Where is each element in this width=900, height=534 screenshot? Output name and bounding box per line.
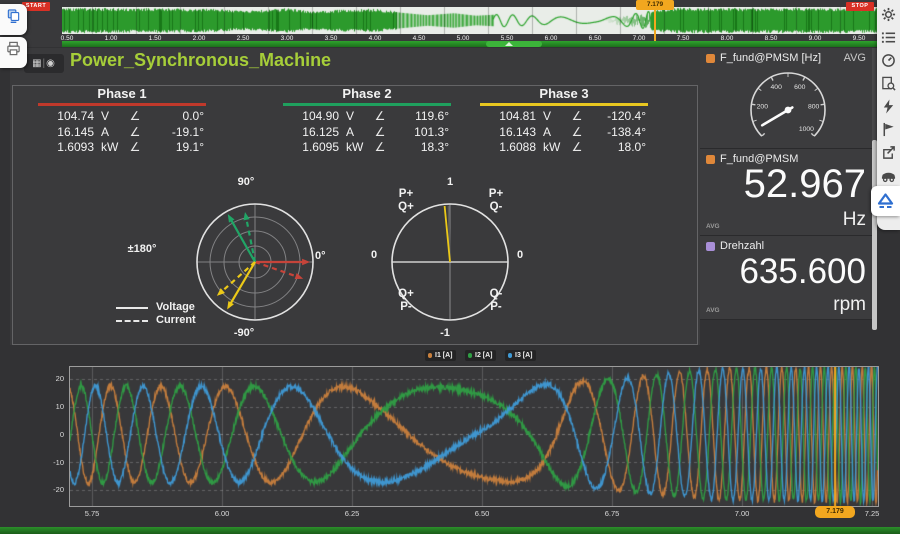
- voltage-legend-line: [116, 307, 148, 309]
- vscope-0-label: 0°: [315, 250, 345, 262]
- y-tick: -10: [40, 458, 64, 467]
- y-tick: 20: [40, 374, 64, 383]
- vscope-minus90-label: -90°: [224, 327, 264, 339]
- export-share-icon[interactable]: [881, 145, 896, 160]
- copy-display-button[interactable]: [0, 4, 27, 35]
- pq-quadrant-bl: Q+P-: [386, 288, 426, 313]
- pq-quadrant-tl: P+Q+: [386, 188, 426, 213]
- current-legend-line: [116, 320, 148, 322]
- legend-dot: [508, 353, 513, 358]
- printer-icon: [6, 41, 21, 56]
- legend-label: I2 [A]: [475, 352, 493, 359]
- vscope-180-label: ±180°: [110, 243, 174, 255]
- svg-text:800: 800: [808, 103, 820, 110]
- analog-gauge: 200 400 600 800 1000: [700, 60, 872, 148]
- legend-item[interactable]: I1 [A]: [425, 350, 456, 361]
- scope-plot-area[interactable]: [69, 366, 879, 507]
- chevron-up-icon: [505, 42, 513, 46]
- polar-scopes: [10, 48, 700, 345]
- pq-1-label: 1: [432, 176, 468, 188]
- legend-label: I1 [A]: [435, 352, 453, 359]
- app-window: START STOP 0.501.001.502.002.503.003.504…: [0, 0, 900, 534]
- frequency-unit: Hz: [843, 209, 866, 231]
- legend-label: I3 [A]: [515, 352, 533, 359]
- cursor-time-badge[interactable]: 7.179: [815, 506, 855, 518]
- x-tick: 6.75: [599, 509, 625, 518]
- current-legend-label: Current: [156, 314, 196, 326]
- flag-icon[interactable]: [881, 122, 896, 137]
- digital-title: Drehzahl: [720, 240, 764, 252]
- svg-text:200: 200: [757, 103, 769, 110]
- legend-dot: [468, 353, 473, 358]
- dewesoft-delta-icon: [877, 193, 894, 210]
- tab-dewesoft-active[interactable]: [871, 186, 900, 216]
- report-search-icon[interactable]: [881, 76, 896, 91]
- legend-item[interactable]: I3 [A]: [505, 350, 536, 361]
- gauge-widget[interactable]: F_fund@PMSM [Hz] AVG 2004006008001000: [700, 48, 872, 149]
- speed-value: 635.600: [739, 252, 866, 292]
- vehicle-icon[interactable]: [881, 168, 896, 183]
- x-tick: 7.00: [729, 509, 755, 518]
- copy-pages-icon: [6, 8, 21, 23]
- settings-gear-icon[interactable]: [881, 7, 896, 22]
- overview-waveform[interactable]: [62, 7, 878, 34]
- digital-widget-ffund[interactable]: F_fund@PMSM 52.967 Hz AVG: [700, 149, 872, 236]
- recorder-overview-strip: START STOP 0.501.001.502.002.503.003.504…: [0, 0, 900, 47]
- stop-badge: STOP: [846, 2, 874, 11]
- legend-dot: [428, 353, 433, 358]
- legend-item[interactable]: I2 [A]: [465, 350, 496, 361]
- pq-quadrant-tr: P+Q-: [476, 188, 516, 213]
- channel-list-icon[interactable]: [881, 30, 896, 45]
- channel-swatch: [706, 242, 715, 251]
- avg-label: AVG: [706, 223, 720, 230]
- power-synchronous-machine-panel: ▦|◉ Power_Synchronous_Machine Phase 1 10…: [10, 48, 700, 345]
- digital-widget-drehzahl[interactable]: Drehzahl 635.600 rpm AVG: [700, 236, 872, 320]
- power-bolt-icon[interactable]: [881, 99, 896, 114]
- overview-position-bar: [62, 41, 878, 47]
- print-button[interactable]: [0, 37, 27, 68]
- x-tick: 6.00: [209, 509, 235, 518]
- instrument-sidebar: F_fund@PMSM [Hz] AVG 2004006008001000 F_…: [700, 48, 872, 320]
- svg-text:400: 400: [771, 84, 783, 91]
- channel-swatch: [706, 155, 715, 164]
- svg-text:1000: 1000: [799, 126, 814, 133]
- measure-dial-icon[interactable]: [881, 53, 896, 68]
- x-tick: 5.75: [79, 509, 105, 518]
- scope-legend: I1 [A] I2 [A] I3 [A]: [355, 350, 605, 361]
- pq-0-left-label: 0: [359, 249, 389, 261]
- x-tick: 6.50: [469, 509, 495, 518]
- pq-quadrant-br: Q-P-: [476, 288, 516, 313]
- y-tick: 10: [40, 402, 64, 411]
- x-tick: 6.25: [339, 509, 365, 518]
- avg-label: AVG: [706, 307, 720, 314]
- overview-cursor-line[interactable]: [654, 6, 656, 41]
- vscope-90-label: 90°: [226, 176, 266, 188]
- voltage-legend-label: Voltage: [156, 301, 195, 313]
- status-bar: [0, 527, 900, 534]
- y-tick: -20: [40, 485, 64, 494]
- y-tick: 0: [40, 430, 64, 439]
- speed-unit: rpm: [833, 294, 866, 316]
- overview-drag-handle[interactable]: [486, 41, 542, 47]
- overview-cursor-badge[interactable]: 7.179: [636, 0, 674, 10]
- x-tick: 7.25: [859, 509, 885, 518]
- frequency-value: 52.967: [744, 162, 866, 207]
- pq-0-right-label: 0: [505, 249, 535, 261]
- svg-text:600: 600: [794, 84, 806, 91]
- pq-minus1-label: -1: [427, 327, 463, 339]
